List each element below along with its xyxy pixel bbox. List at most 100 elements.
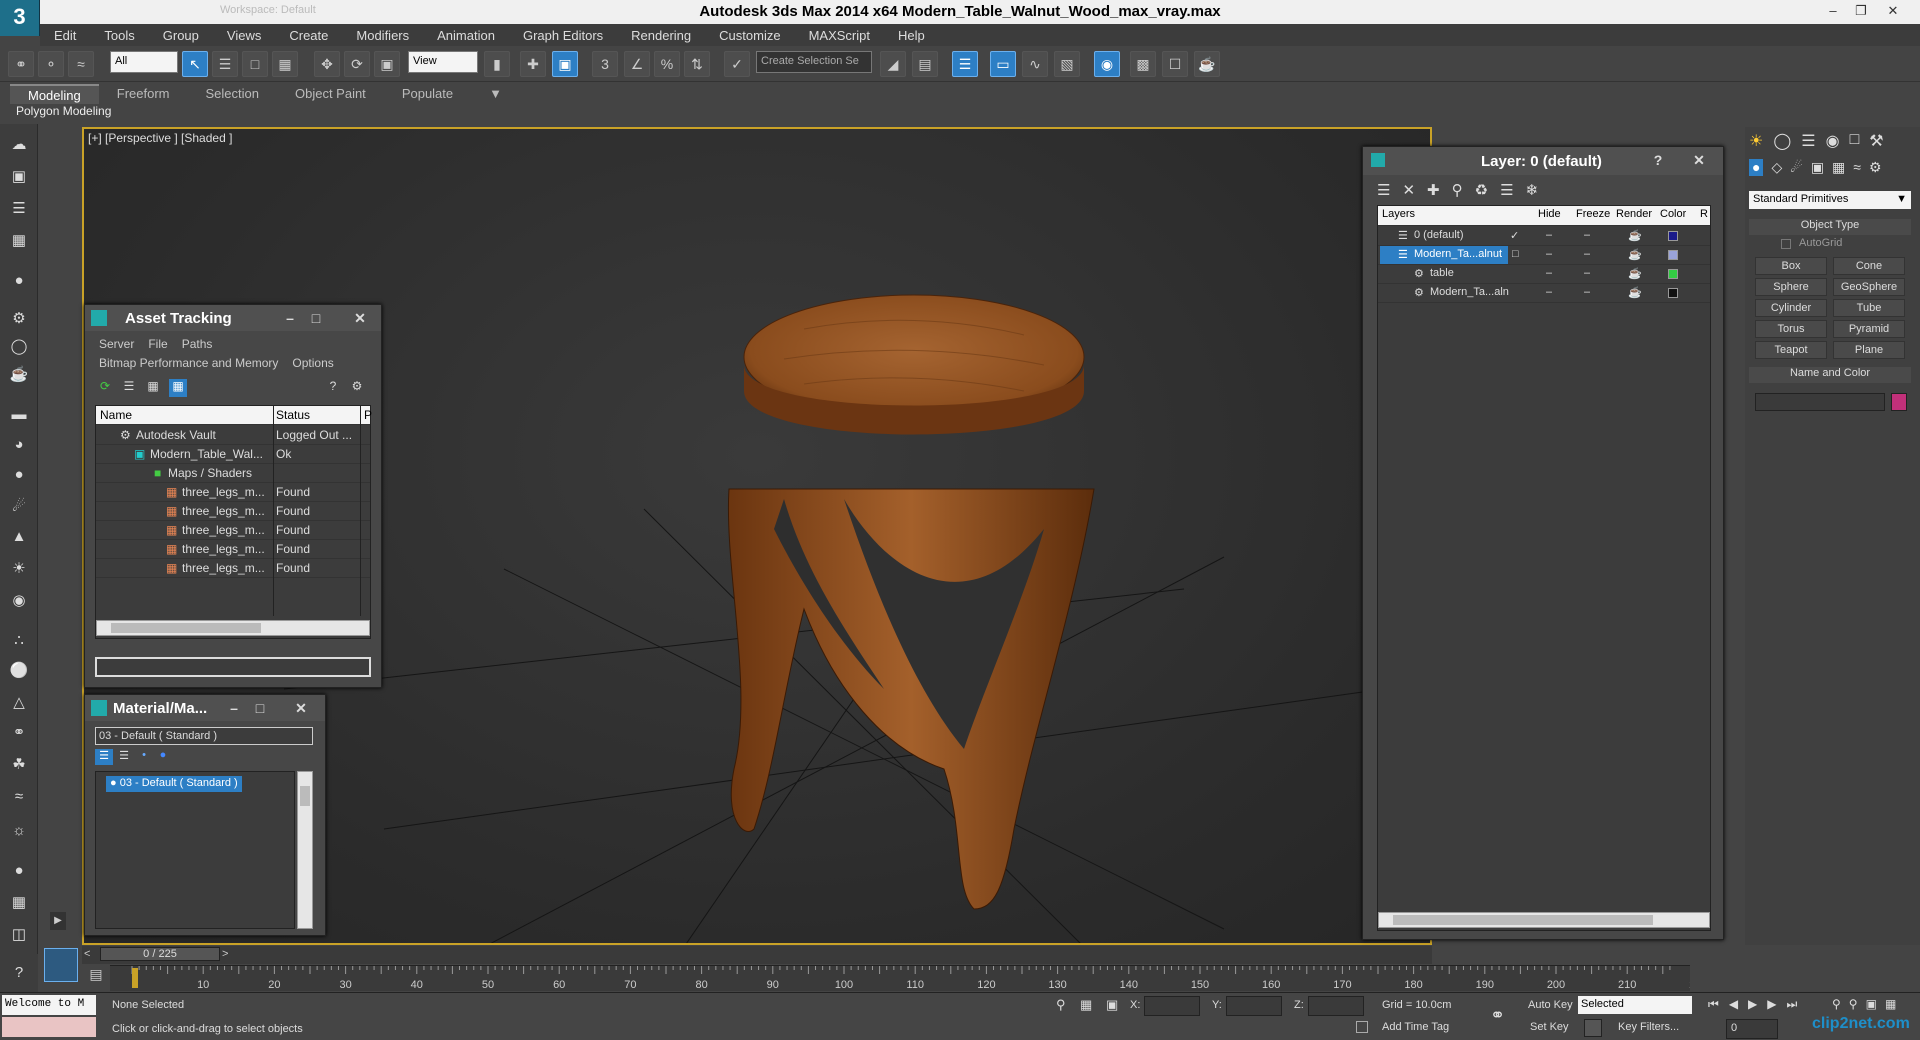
cylinder-button[interactable]: Cylinder [1755, 299, 1827, 317]
auto-key-button[interactable]: Auto Key [1528, 999, 1573, 1011]
absolute-mode-icon[interactable]: ▣ [1106, 997, 1118, 1013]
current-layer-check-icon[interactable]: ✓ [1510, 229, 1519, 242]
teapot-icon[interactable]: ☕ [7, 364, 31, 386]
next-frame-icon[interactable]: ▶ [1767, 997, 1776, 1012]
asset-menu-server[interactable]: Server [99, 337, 134, 351]
material-explorer-titlebar[interactable]: Material/Ma... – □ ✕ [85, 695, 325, 721]
angle-snap-icon[interactable]: ∠ [624, 51, 650, 77]
light-bulb-icon[interactable]: ● [7, 270, 31, 292]
menu-views[interactable]: Views [213, 28, 275, 43]
toggle-ribbon-icon[interactable]: ▭ [990, 51, 1016, 77]
render-toggle-icon[interactable]: ☕ [1628, 286, 1642, 299]
app-logo-icon[interactable]: 3 [0, 0, 40, 36]
asset-help-icon[interactable]: ? [325, 379, 341, 395]
move-icon[interactable]: ✥ [314, 51, 340, 77]
freeze-toggle-icon[interactable]: – [1584, 286, 1590, 298]
object-name-field[interactable] [1755, 393, 1885, 411]
table-view-icon[interactable]: ▦ [145, 379, 161, 395]
layer-color-swatch[interactable] [1668, 269, 1678, 279]
database-icon[interactable]: ◫ [7, 924, 31, 946]
selection-filter-dropdown[interactable]: All [110, 51, 178, 73]
expand-toolbar-icon[interactable]: ▶ [50, 912, 66, 930]
hide-toggle-icon[interactable]: – [1546, 267, 1552, 279]
scene-explorer-icon[interactable]: ☰ [7, 198, 31, 220]
asset-scroll-thumb[interactable] [111, 623, 261, 633]
maxscript-output-field[interactable] [2, 1017, 96, 1037]
material-editor-icon[interactable]: ◉ [1094, 51, 1120, 77]
hierarchy-tab-icon[interactable]: ☰ [1801, 131, 1815, 151]
ribbon-panel-label[interactable]: Polygon Modeling [10, 104, 120, 122]
asset-menu-paths[interactable]: Paths [182, 337, 213, 351]
asset-maximize-icon[interactable]: □ [303, 308, 329, 328]
layer-color-swatch[interactable] [1668, 231, 1678, 241]
plane-button[interactable]: Plane [1833, 341, 1905, 359]
globe-icon[interactable]: ⚭ [7, 722, 31, 744]
material-list-view-icon[interactable]: ☰ [95, 749, 113, 765]
menu-animation[interactable]: Animation [423, 28, 509, 43]
render-toggle-icon[interactable]: ☕ [1628, 229, 1642, 242]
tab-modeling[interactable]: Modeling [10, 84, 99, 104]
table-row[interactable]: ▦ three_legs_m... Found [96, 540, 370, 559]
material-minimize-icon[interactable]: – [221, 698, 247, 718]
key-icon[interactable]: ⚭ [1490, 1005, 1505, 1026]
pyramid-button[interactable]: Pyramid [1833, 320, 1905, 338]
table-row[interactable]: ☰ Modern_Ta...alnut □ – – ☕ [1378, 246, 1710, 265]
shapes-category-icon[interactable]: ◇ [1771, 159, 1782, 176]
zoom-all-icon[interactable]: ⚲ [1849, 997, 1858, 1011]
table-row[interactable]: ⚙ Autodesk Vault Logged Out ... [96, 426, 370, 445]
asset-minimize-icon[interactable]: – [277, 308, 303, 328]
pivot-center-icon[interactable]: ▮ [484, 51, 510, 77]
lens-icon[interactable]: ◯ [7, 336, 31, 358]
motion-tab-icon[interactable]: ◉ [1826, 131, 1840, 151]
menu-edit[interactable]: Edit [40, 28, 90, 43]
schematic-view-icon[interactable]: ▧ [1054, 51, 1080, 77]
curve-editor-icon[interactable]: ∿ [1022, 51, 1048, 77]
material-sphere-icon[interactable]: ● [155, 749, 171, 765]
bind-space-warp-icon[interactable]: ≈ [68, 51, 94, 77]
rendered-frame-window-icon[interactable]: ☐ [1162, 51, 1188, 77]
lights-category-icon[interactable]: ☄ [1790, 159, 1803, 176]
layer-scroll-thumb[interactable] [1393, 915, 1653, 925]
named-selection-sets-dropdown[interactable]: Create Selection Se [756, 51, 872, 73]
edit-named-selection-icon[interactable]: ✓ [724, 51, 750, 77]
maximize-icon[interactable]: ❐ [1848, 2, 1874, 20]
table-row[interactable]: ■ Maps / Shaders [96, 464, 370, 483]
tab-freeform[interactable]: Freeform [99, 84, 188, 104]
layer-color-swatch[interactable] [1668, 250, 1678, 260]
spacewarps-category-icon[interactable]: ≈ [1853, 159, 1861, 176]
go-to-end-icon[interactable]: ⏭ [1787, 997, 1798, 1012]
maximize-viewport-icon[interactable]: ▦ [1885, 997, 1896, 1011]
current-frame-field[interactable]: 0 [1726, 1019, 1778, 1039]
hide-toggle-icon[interactable]: – [1546, 229, 1552, 241]
hide-all-icon[interactable]: ☰ [1500, 181, 1513, 199]
box-button[interactable]: Box [1755, 257, 1827, 275]
refresh-icon[interactable]: ⟳ [97, 379, 113, 395]
freeze-toggle-icon[interactable]: – [1584, 229, 1590, 241]
plane-icon[interactable]: ▬ [7, 404, 31, 426]
menu-create[interactable]: Create [275, 28, 342, 43]
table-row[interactable]: ▣ Modern_Table_Wal... Ok [96, 445, 370, 464]
column-status[interactable]: Status [276, 408, 310, 422]
link-icon[interactable]: ⚭ [8, 51, 34, 77]
column-p[interactable]: P [364, 408, 372, 422]
sculpt-icon[interactable]: ☁ [7, 134, 31, 156]
geometry-category-icon[interactable]: ● [1749, 159, 1764, 176]
time-slider-prev-icon[interactable]: < [84, 948, 90, 960]
menu-customize[interactable]: Customize [705, 28, 794, 43]
render-toggle-icon[interactable]: ☕ [1628, 267, 1642, 280]
table-row[interactable]: ▦ three_legs_m... Found [96, 483, 370, 502]
tube-button[interactable]: Tube [1833, 299, 1905, 317]
previous-frame-icon[interactable]: ◀ [1729, 997, 1738, 1012]
add-time-tag-icon[interactable] [1356, 1021, 1368, 1033]
asset-path-field[interactable] [95, 657, 371, 677]
material-vertical-scrollbar[interactable] [297, 771, 313, 929]
layer-help-icon[interactable]: ? [1645, 150, 1671, 170]
close-icon[interactable]: ✕ [1880, 2, 1906, 20]
set-current-box-icon[interactable]: □ [1512, 248, 1519, 260]
material-close-icon[interactable]: ✕ [281, 698, 321, 718]
asset-tracking-titlebar[interactable]: Asset Tracking – □ ✕ [85, 305, 381, 331]
menu-help[interactable]: Help [884, 28, 939, 43]
zoom-extents-icon[interactable]: ▣ [1866, 997, 1877, 1011]
isolate-selection-icon[interactable]: ⚲ [1056, 997, 1066, 1013]
table-row[interactable]: ▦ three_legs_m... Found [96, 559, 370, 578]
